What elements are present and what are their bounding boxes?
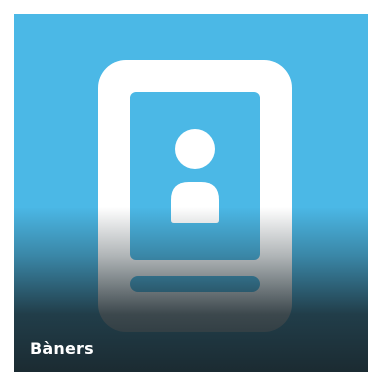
banners-tile[interactable]: Bàners xyxy=(14,14,368,372)
tile-label: Bàners xyxy=(30,339,94,358)
